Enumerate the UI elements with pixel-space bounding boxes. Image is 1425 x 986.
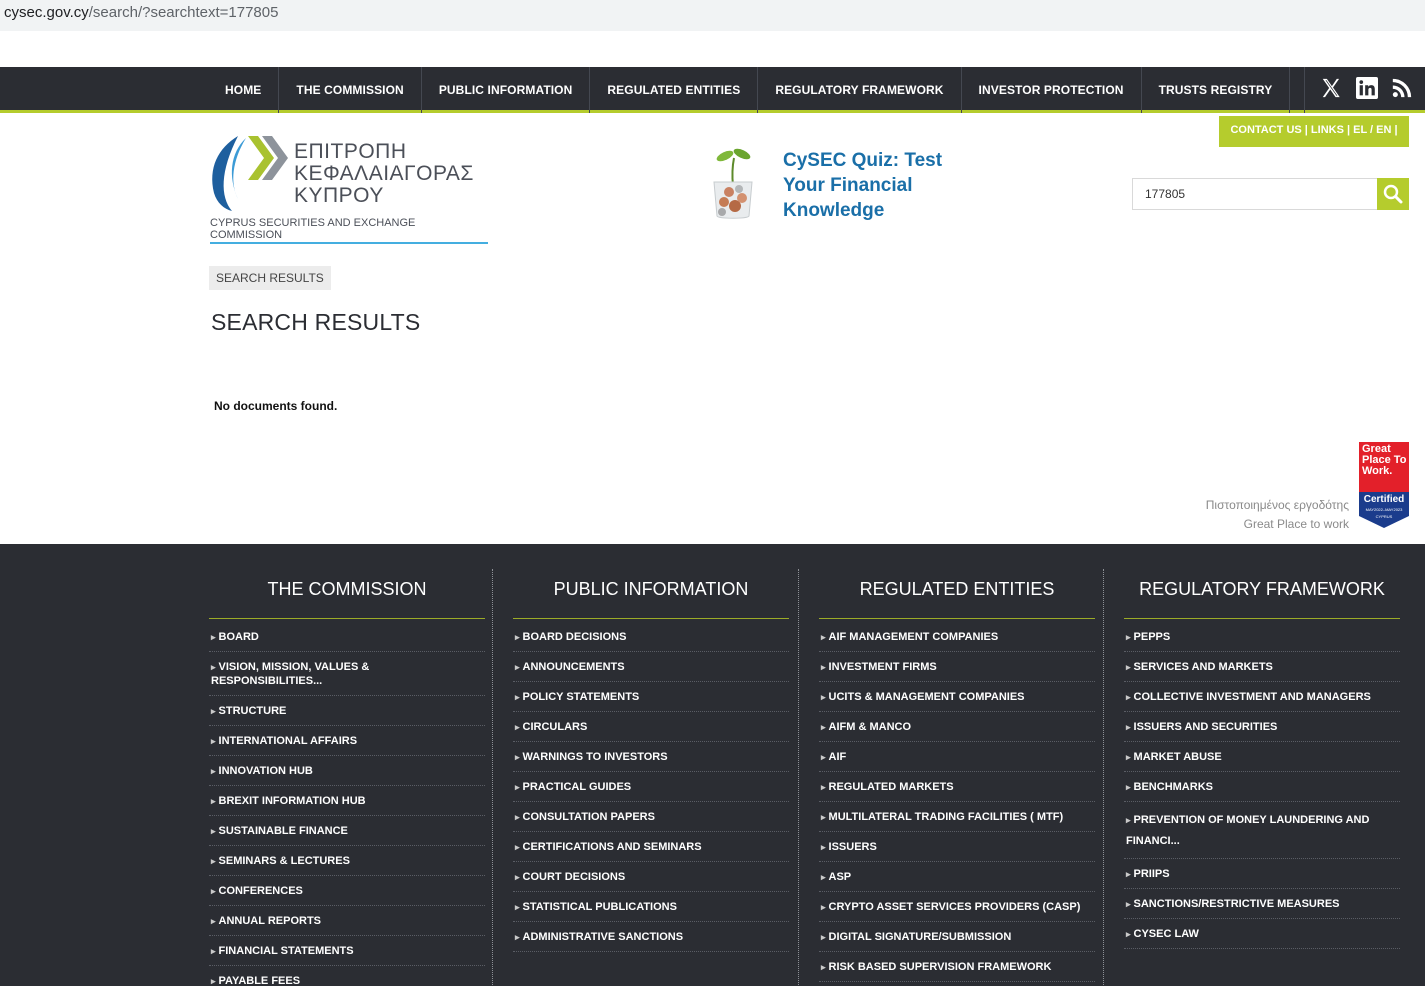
logo-greek-name: ΕΠΙΤΡΟΠΗ ΚΕΦΑΛΑΙΑΓΟΡΑΣ ΚΥΠΡΟΥ: [294, 140, 474, 207]
footer-divider: [798, 569, 799, 986]
footer-column-title[interactable]: THE COMMISSION: [209, 544, 485, 619]
badge-certified: Certified: [1363, 494, 1405, 505]
main-menu: HOME THE COMMISSION PUBLIC INFORMATION R…: [208, 67, 1291, 113]
logo-english-name: CYPRUS SECURITIES AND EXCHANGE COMMISSIO…: [210, 217, 488, 244]
footer-link[interactable]: SERVICES AND MARKETS: [1124, 652, 1400, 682]
footer-links-regulatory-framework: PEPPS SERVICES AND MARKETS COLLECTIVE IN…: [1124, 622, 1400, 949]
footer-link[interactable]: BENCHMARKS: [1124, 772, 1400, 802]
search-input[interactable]: [1133, 179, 1377, 209]
great-place-to-work-badge[interactable]: Great Place To Work. Certified MAY2022–M…: [1359, 442, 1409, 528]
footer-link[interactable]: PRIIPS: [1124, 859, 1400, 889]
footer-link[interactable]: BOARD: [209, 622, 485, 652]
footer-link[interactable]: SANCTIONS/RESTRICTIVE MEASURES: [1124, 889, 1400, 919]
footer-link[interactable]: DIGITAL SIGNATURE/SUBMISSION: [819, 922, 1095, 952]
footer-column-regulated-entities: REGULATED ENTITIES AIF MANAGEMENT COMPAN…: [819, 544, 1095, 982]
nav-regulatory-framework[interactable]: REGULATORY FRAMEWORK: [758, 67, 962, 113]
footer-link[interactable]: POLICY STATEMENTS: [513, 682, 789, 712]
page-title: SEARCH RESULTS: [211, 309, 421, 335]
footer-link[interactable]: PREVENTION OF MONEY LAUNDERING AND FINAN…: [1124, 802, 1400, 859]
top-navigation: HOME THE COMMISSION PUBLIC INFORMATION R…: [0, 67, 1425, 113]
footer-link[interactable]: ISSUERS: [819, 832, 1095, 862]
footer-link[interactable]: STRUCTURE: [209, 696, 485, 726]
footer-link[interactable]: PEPPS: [1124, 622, 1400, 652]
footer-column-title[interactable]: REGULATORY FRAMEWORK: [1124, 544, 1400, 619]
search-icon: [1383, 184, 1403, 204]
footer-link[interactable]: MULTILATERAL TRADING FACILITIES ( MTF): [819, 802, 1095, 832]
footer-link[interactable]: REGULATED MARKETS: [819, 772, 1095, 802]
nav-trusts-registry[interactable]: TRUSTS REGISTRY: [1142, 67, 1291, 113]
footer-link[interactable]: CERTIFICATIONS AND SEMINARS: [513, 832, 789, 862]
footer-link[interactable]: ASP: [819, 862, 1095, 892]
footer-link[interactable]: ANNUAL REPORTS: [209, 906, 485, 936]
footer-divider: [1103, 569, 1104, 986]
search-button[interactable]: [1377, 178, 1409, 210]
footer-link[interactable]: AIFM & MANCO: [819, 712, 1095, 742]
badge-country: CYPRUS: [1375, 514, 1393, 519]
footer-link[interactable]: WARNINGS TO INVESTORS: [513, 742, 789, 772]
logo-mark-icon: [212, 136, 288, 211]
nav-home[interactable]: HOME: [208, 67, 280, 113]
url-path: /search/?searchtext=177805: [88, 4, 279, 21]
footer-link[interactable]: COURT DECISIONS: [513, 862, 789, 892]
footer-link[interactable]: BOARD DECISIONS: [513, 622, 789, 652]
footer-link[interactable]: ISSUERS AND SECURITIES: [1124, 712, 1400, 742]
footer-column-regulatory-framework: REGULATORY FRAMEWORK PEPPS SERVICES AND …: [1124, 544, 1400, 949]
footer-divider: [492, 569, 493, 986]
footer-link[interactable]: INTERNATIONAL AFFAIRS: [209, 726, 485, 756]
nav-public-information[interactable]: PUBLIC INFORMATION: [422, 67, 591, 113]
linkedin-icon[interactable]: [1356, 76, 1378, 104]
footer-link[interactable]: CONFERENCES: [209, 876, 485, 906]
footer-link[interactable]: SUSTAINABLE FINANCE: [209, 816, 485, 846]
footer-link[interactable]: VISION, MISSION, VALUES & RESPONSIBILITI…: [209, 652, 485, 696]
footer-link[interactable]: UCITS & MANAGEMENT COMPANIES: [819, 682, 1095, 712]
breadcrumb[interactable]: SEARCH RESULTS: [209, 266, 331, 290]
badge-dates: MAY2022–MAY2023: [1365, 507, 1403, 512]
footer-link[interactable]: PRACTICAL GUIDES: [513, 772, 789, 802]
footer-column-title[interactable]: REGULATED ENTITIES: [819, 544, 1095, 619]
footer-link[interactable]: INNOVATION HUB: [209, 756, 485, 786]
coin-jar-plant-image[interactable]: [708, 146, 758, 222]
footer-link[interactable]: COLLECTIVE INVESTMENT AND MANAGERS: [1124, 682, 1400, 712]
footer: THE COMMISSION BOARD VISION, MISSION, VA…: [0, 544, 1425, 986]
cysec-logo[interactable]: ΕΠΙΤΡΟΠΗ ΚΕΦΑΛΑΙΑΓΟΡΑΣ ΚΥΠΡΟΥ CYPRUS SEC…: [208, 133, 488, 244]
footer-link[interactable]: CONSULTATION PAPERS: [513, 802, 789, 832]
page: cysec.gov.cy/search/?searchtext=177805 H…: [0, 0, 1425, 986]
no-results-message: No documents found.: [214, 399, 338, 413]
footer-link[interactable]: AIF: [819, 742, 1095, 772]
footer-column-public-information: PUBLIC INFORMATION BOARD DECISIONS ANNOU…: [513, 544, 789, 952]
nav-regulated-entities[interactable]: REGULATED ENTITIES: [590, 67, 759, 113]
footer-link[interactable]: CIRCULARS: [513, 712, 789, 742]
footer-link[interactable]: FINANCIAL STATEMENTS: [209, 936, 485, 966]
footer-link[interactable]: CYSEC LAW: [1124, 919, 1400, 949]
footer-link[interactable]: MARKET ABUSE: [1124, 742, 1400, 772]
rss-icon[interactable]: [1392, 78, 1412, 103]
search-box: [1132, 178, 1409, 210]
social-links: [1304, 67, 1425, 113]
footer-column-the-commission: THE COMMISSION BOARD VISION, MISSION, VA…: [209, 544, 485, 986]
footer-column-title[interactable]: PUBLIC INFORMATION: [513, 544, 789, 619]
footer-links-the-commission: BOARD VISION, MISSION, VALUES & RESPONSI…: [209, 622, 485, 986]
footer-links-regulated-entities: AIF MANAGEMENT COMPANIES INVESTMENT FIRM…: [819, 622, 1095, 982]
footer-link[interactable]: BREXIT INFORMATION HUB: [209, 786, 485, 816]
footer-link[interactable]: ANNOUNCEMENTS: [513, 652, 789, 682]
footer-link[interactable]: RISK BASED SUPERVISION FRAMEWORK: [819, 952, 1095, 982]
footer-link[interactable]: STATISTICAL PUBLICATIONS: [513, 892, 789, 922]
nav-investor-protection[interactable]: INVESTOR PROTECTION: [962, 67, 1142, 113]
x-icon[interactable]: [1320, 77, 1342, 104]
nav-the-commission[interactable]: THE COMMISSION: [279, 67, 422, 113]
cysec-quiz-link[interactable]: CySEC Quiz: Test Your Financial Knowledg…: [783, 148, 983, 223]
badge-title: Great Place To Work.: [1362, 443, 1407, 477]
footer-links-public-information: BOARD DECISIONS ANNOUNCEMENTS POLICY STA…: [513, 622, 789, 952]
url-host: cysec.gov.cy: [4, 4, 89, 21]
footer-link[interactable]: ADMINISTRATIVE SANCTIONS: [513, 922, 789, 952]
address-bar[interactable]: cysec.gov.cy/search/?searchtext=177805: [0, 0, 1425, 31]
footer-link[interactable]: INVESTMENT FIRMS: [819, 652, 1095, 682]
footer-link[interactable]: SEMINARS & LECTURES: [209, 846, 485, 876]
footer-link[interactable]: AIF MANAGEMENT COMPANIES: [819, 622, 1095, 652]
footer-link[interactable]: CRYPTO ASSET SERVICES PROVIDERS (CASP): [819, 892, 1095, 922]
contact-links-language-bar[interactable]: CONTACT US | LINKS | EL / EN |: [1219, 116, 1409, 147]
footer-link[interactable]: PAYABLE FEES: [209, 966, 485, 986]
certified-employer-text: Πιστοποιημένος εργοδότης Great Place to …: [1205, 498, 1349, 531]
